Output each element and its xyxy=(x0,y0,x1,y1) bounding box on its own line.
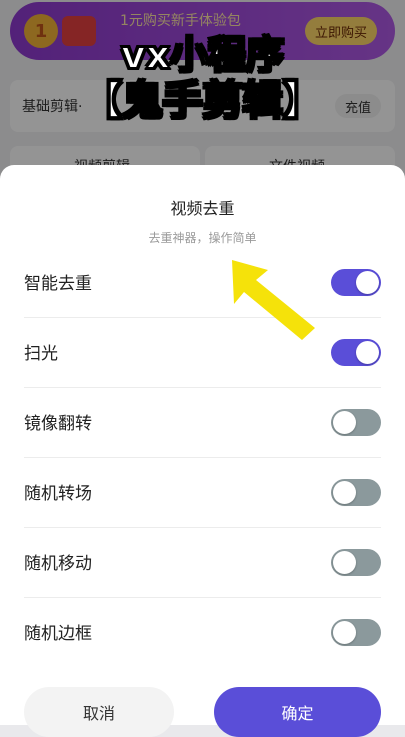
dedupe-sheet: 视频去重 去重神器，操作简单 智能去重 扫光 镜像翻转 随机转场 随机移动 随机… xyxy=(0,165,405,737)
overlay-caption-line2: 【鬼手剪辑】 xyxy=(82,77,324,125)
toggle-switch[interactable] xyxy=(331,549,381,576)
toggle-switch[interactable] xyxy=(331,269,381,296)
option-label: 智能去重 xyxy=(24,274,92,294)
toggle-knob xyxy=(356,341,379,364)
toggle-switch[interactable] xyxy=(331,339,381,366)
toggle-knob xyxy=(356,271,379,294)
confirm-button[interactable]: 确定 xyxy=(214,687,381,737)
pointer-arrow-icon xyxy=(232,260,315,340)
option-random-border: 随机边框 xyxy=(24,597,381,667)
option-random-move: 随机移动 xyxy=(24,527,381,598)
toggle-switch[interactable] xyxy=(331,619,381,646)
sheet-subtitle: 去重神器，操作简单 xyxy=(148,231,257,245)
option-random-transition: 随机转场 xyxy=(24,457,381,528)
option-label: 随机移动 xyxy=(24,554,92,574)
sheet-title: 视频去重 xyxy=(170,199,235,218)
option-label: 镜像翻转 xyxy=(24,414,92,434)
toggle-switch[interactable] xyxy=(331,409,381,436)
toggle-knob xyxy=(333,481,356,504)
option-mirror-flip: 镜像翻转 xyxy=(24,387,381,458)
cancel-button[interactable]: 取消 xyxy=(24,687,174,737)
option-label: 随机转场 xyxy=(24,484,92,504)
option-label: 随机边框 xyxy=(24,624,92,644)
toggle-knob xyxy=(333,551,356,574)
toggle-switch[interactable] xyxy=(331,479,381,506)
toggle-knob xyxy=(333,621,356,644)
toggle-knob xyxy=(333,411,356,434)
option-label: 扫光 xyxy=(24,344,58,364)
